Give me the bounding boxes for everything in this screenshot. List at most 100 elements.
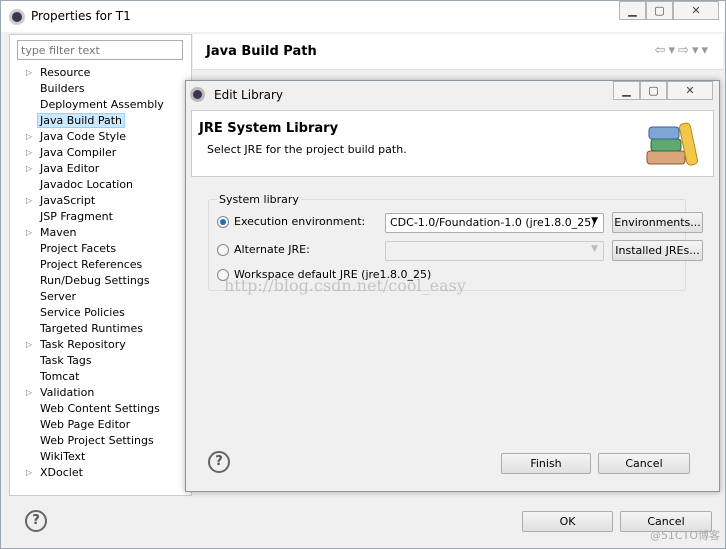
dialog-description: Select JRE for the project build path. [207, 143, 407, 156]
title-bar: Properties for T1 ▁ ▢ ✕ [1, 1, 725, 32]
radio-label: Alternate JRE: [234, 243, 310, 256]
tree-item-label: Run/Debug Settings [40, 274, 150, 287]
window-title: Properties for T1 [31, 9, 131, 23]
tree-item[interactable]: ▷ XDoclet [24, 465, 164, 481]
expand-arrow-icon[interactable]: ▷ [26, 65, 32, 81]
tree-item[interactable]: Service Policies [24, 305, 164, 321]
dropdown-arrow-icon: ▼ [591, 244, 598, 254]
tree-item-label: Task Repository [40, 338, 126, 351]
combo-value: CDC-1.0/Foundation-1.0 (jre1.8.0_25) [390, 216, 596, 229]
execution-environment-radio[interactable]: Execution environment: [217, 215, 365, 228]
tree-item-label: JSP Fragment [40, 210, 113, 223]
tree-item-label: Validation [40, 386, 95, 399]
tree-item-label: Targeted Runtimes [40, 322, 143, 335]
finish-button[interactable]: Finish [501, 453, 591, 474]
forward-arrow-icon[interactable]: ⇨▾ [678, 43, 701, 58]
property-tree-panel: ▷ Resource Builders Deployment Assembly Java… [9, 34, 192, 496]
tree-item-label: Builders [40, 82, 85, 95]
menu-chevron-icon[interactable]: ▾ [701, 43, 711, 58]
tree-item[interactable]: Targeted Runtimes [24, 321, 164, 337]
tree-item[interactable]: Tomcat [24, 369, 164, 385]
tree-item-label: Task Tags [40, 354, 92, 367]
back-arrow-icon[interactable]: ⇦▾ [655, 43, 678, 58]
tree-item-label: Service Policies [40, 306, 125, 319]
library-books-icon [646, 122, 699, 166]
tree-item[interactable]: Server [24, 289, 164, 305]
expand-arrow-icon[interactable]: ▷ [26, 161, 32, 177]
tree-item[interactable]: WikiText [24, 449, 164, 465]
tree-item[interactable]: ▷ Java Editor [24, 161, 164, 177]
execution-environment-combo[interactable]: CDC-1.0/Foundation-1.0 (jre1.8.0_25) ▼ [385, 213, 604, 233]
maximize-button[interactable]: ▢ [646, 1, 673, 20]
dialog-cancel-button[interactable]: Cancel [598, 453, 690, 474]
tree-item[interactable]: Web Content Settings [24, 401, 164, 417]
installed-jres-button[interactable]: Installed JREs... [612, 240, 703, 261]
tree-item[interactable]: Project Facets [24, 241, 164, 257]
tree-item[interactable]: Web Page Editor [24, 417, 164, 433]
tree-item-label: Javadoc Location [40, 178, 134, 191]
tree-item[interactable]: Web Project Settings [24, 433, 164, 449]
tree-item[interactable]: Builders [24, 81, 164, 97]
tree-item-label: Web Content Settings [40, 402, 160, 415]
tree-item[interactable]: Javadoc Location [24, 177, 164, 193]
tree-item-label: Java Compiler [40, 146, 117, 159]
tree-item-label: WikiText [40, 450, 86, 463]
property-tree: ▷ Resource Builders Deployment Assembly Java… [24, 65, 164, 481]
expand-arrow-icon[interactable]: ▷ [26, 129, 32, 145]
dialog-maximize-button[interactable]: ▢ [640, 81, 667, 100]
tree-item-label: Deployment Assembly [40, 98, 164, 111]
dialog-title: Edit Library [214, 88, 284, 102]
alternate-jre-radio[interactable]: Alternate JRE: [217, 243, 310, 256]
dialog-close-button[interactable]: ✕ [667, 81, 713, 100]
tree-item[interactable]: Task Tags [24, 353, 164, 369]
watermark-corner: @51CTO博客 [649, 529, 720, 542]
tree-item[interactable]: Deployment Assembly [24, 97, 164, 113]
tree-item[interactable]: ▷ Java Code Style [24, 129, 164, 145]
tree-item-label: Project Facets [40, 242, 117, 255]
tree-item-label: XDoclet [40, 466, 83, 479]
tree-item[interactable]: Run/Debug Settings [24, 273, 164, 289]
tree-item[interactable]: JSP Fragment [24, 209, 164, 225]
close-button[interactable]: ✕ [673, 1, 719, 20]
tree-item-label: Server [40, 290, 77, 303]
radio-label: Execution environment: [234, 215, 366, 228]
help-icon[interactable]: ? [208, 451, 230, 473]
dialog-heading: JRE System Library [199, 121, 339, 136]
tree-item[interactable]: Project References [24, 257, 164, 273]
expand-arrow-icon[interactable]: ▷ [26, 193, 32, 209]
alternate-jre-combo[interactable]: ▼ [385, 241, 604, 261]
watermark-url: http://blog.csdn.net/cool_easy [224, 276, 466, 295]
tree-item[interactable]: ▷ Maven [24, 225, 164, 241]
minimize-button[interactable]: ▁ [619, 1, 646, 20]
tree-item-label: Web Project Settings [40, 434, 154, 447]
dialog-minimize-button[interactable]: ▁ [613, 81, 640, 100]
help-icon[interactable]: ? [25, 510, 47, 532]
tree-item[interactable]: ▷ JavaScript [24, 193, 164, 209]
eclipse-icon [190, 87, 205, 102]
expand-arrow-icon[interactable]: ▷ [26, 465, 32, 481]
tree-item[interactable]: Java Build Path [24, 113, 164, 129]
group-label: System library [217, 193, 301, 206]
tree-item-label: Java Editor [40, 162, 100, 175]
expand-arrow-icon[interactable]: ▷ [26, 145, 32, 161]
environments-button[interactable]: Environments... [612, 212, 703, 233]
tree-item-label: Project References [40, 258, 143, 271]
expand-arrow-icon[interactable]: ▷ [26, 385, 32, 401]
dropdown-arrow-icon: ▼ [591, 216, 598, 226]
tree-item[interactable]: ▷ Validation [24, 385, 164, 401]
ok-button[interactable]: OK [522, 511, 613, 532]
filter-input[interactable] [17, 40, 183, 60]
tree-item-label: JavaScript [40, 194, 96, 207]
expand-arrow-icon[interactable]: ▷ [26, 337, 32, 353]
tree-item[interactable]: ▷ Resource [24, 65, 164, 81]
tree-item-label: Maven [40, 226, 77, 239]
tree-item-label: Java Code Style [40, 130, 127, 143]
tree-item-label: Tomcat [40, 370, 80, 383]
expand-arrow-icon[interactable]: ▷ [26, 225, 32, 241]
tree-item-label: Web Page Editor [40, 418, 131, 431]
tree-item[interactable]: ▷ Java Compiler [24, 145, 164, 161]
eclipse-icon [9, 9, 25, 25]
tree-item[interactable]: ▷ Task Repository [24, 337, 164, 353]
tree-item-label: Resource [40, 66, 91, 79]
edit-library-dialog: Edit Library ▁ ▢ ✕ JRE System Library Se… [185, 80, 720, 492]
